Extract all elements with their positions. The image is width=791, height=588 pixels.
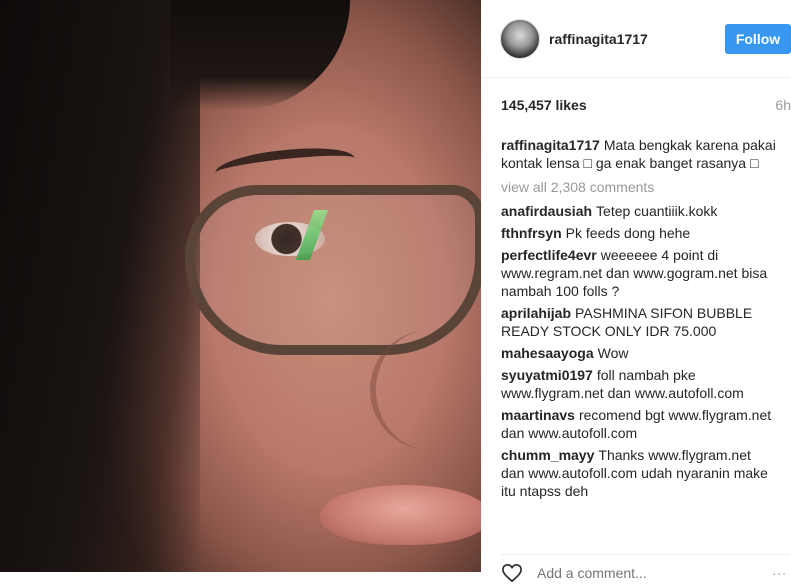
comment-username[interactable]: maartinavs (501, 407, 575, 423)
comment-item: chumm_mayy Thanks www.flygram.net dan www… (501, 446, 777, 500)
post-header: raffinagita1717 Follow (481, 0, 791, 78)
caption: raffinagita1717 Mata bengkak karena pakai… (501, 136, 777, 172)
comment-text: Tetep cuantiiik.kokk (596, 203, 718, 219)
comment-item: maartinavs recomend bgt www.flygram.net d… (501, 406, 777, 442)
photo-nose (370, 330, 481, 450)
comment-text: Wow (597, 345, 629, 361)
comment-item: fthnfrsyn Pk feeds dong hehe (501, 224, 777, 242)
likes-count[interactable]: 145,457 likes (501, 97, 587, 113)
likes-row: 145,457 likes 6h (501, 97, 791, 113)
post-timestamp[interactable]: 6h (775, 97, 791, 113)
comment-username[interactable]: chumm_mayy (501, 447, 594, 463)
more-options-icon[interactable]: ∙∙∙ (772, 565, 787, 581)
comment-text: Pk feeds dong hehe (565, 225, 691, 241)
post-side-panel: raffinagita1717 Follow 145,457 likes 6h … (481, 0, 791, 583)
add-comment-input[interactable] (537, 565, 773, 581)
comment-item: mahesaayoga Wow (501, 344, 777, 362)
caption-username[interactable]: raffinagita1717 (501, 137, 600, 153)
follow-button[interactable]: Follow (725, 24, 791, 54)
comment-item: anafirdausiah Tetep cuantiiik.kokk (501, 202, 777, 220)
post-photo[interactable] (0, 0, 481, 572)
header-username[interactable]: raffinagita1717 (549, 31, 648, 47)
comment-item: perfectlife4evr weeeeee 4 point di www.re… (501, 246, 777, 300)
photo-hair-top (170, 0, 350, 110)
photo-lips (320, 485, 481, 545)
view-all-comments-link[interactable]: view all 2,308 comments (501, 178, 777, 196)
comment-username[interactable]: perfectlife4evr (501, 247, 597, 263)
comment-footer: ∙∙∙ (501, 554, 791, 585)
photo-eyebrow (213, 142, 357, 189)
comments-section: raffinagita1717 Mata bengkak karena pakai… (501, 136, 777, 504)
avatar[interactable] (500, 18, 540, 59)
heart-icon[interactable] (501, 563, 523, 583)
comment-username[interactable]: fthnfrsyn (501, 225, 562, 241)
comment-username[interactable]: aprilahijab (501, 305, 571, 321)
comment-item: syuyatmi0197 foll nambah pke www.flygram.… (501, 366, 777, 402)
comment-username[interactable]: syuyatmi0197 (501, 367, 593, 383)
comment-username[interactable]: mahesaayoga (501, 345, 594, 361)
comment-username[interactable]: anafirdausiah (501, 203, 592, 219)
comment-item: aprilahijab PASHMINA SIFON BUBBLE READY S… (501, 304, 777, 340)
